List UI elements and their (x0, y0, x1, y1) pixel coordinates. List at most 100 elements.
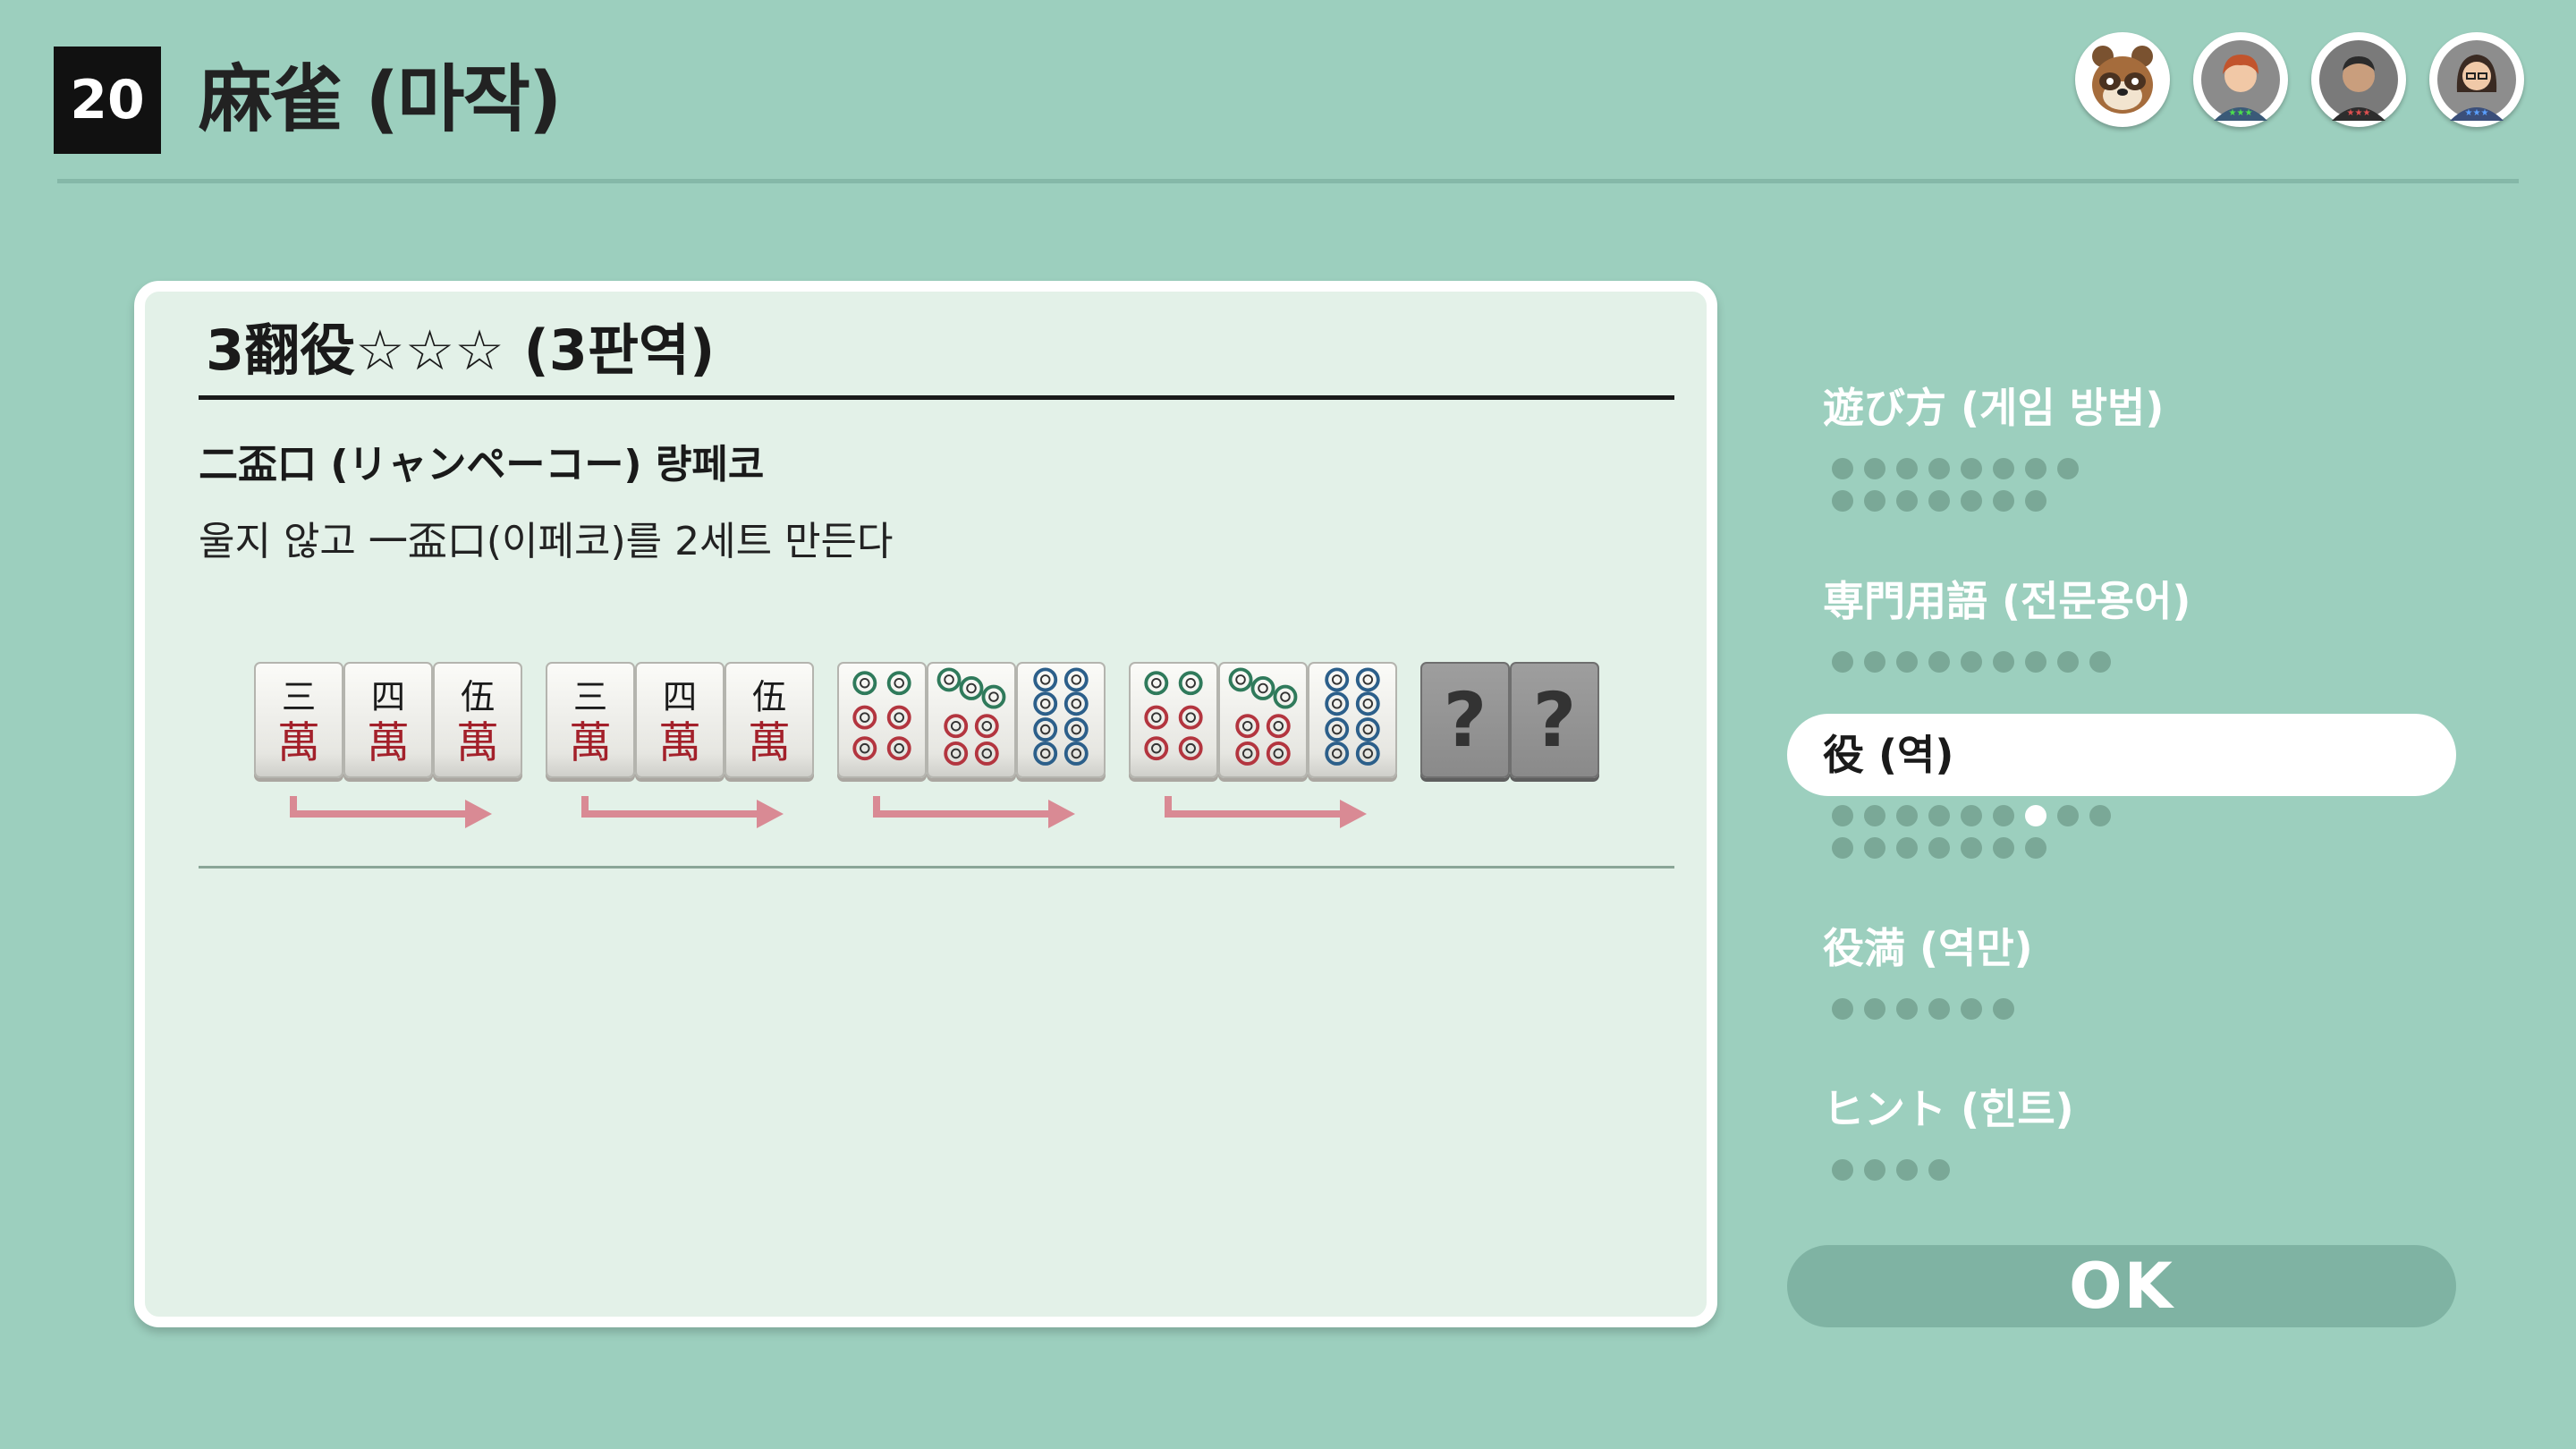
man-tile-5: 伍 萬 (433, 662, 522, 778)
menu-item[interactable]: 役 (역) (1787, 714, 2456, 796)
page-dot[interactable] (1961, 651, 1982, 673)
svg-text:伍: 伍 (752, 678, 786, 718)
page-dot[interactable] (1896, 490, 1918, 512)
page-dot[interactable] (1832, 458, 1853, 479)
menu-item[interactable]: 役満 (역만) (1787, 907, 2456, 989)
unknown-tile: ? (1420, 662, 1510, 778)
page-dot[interactable] (1928, 490, 1950, 512)
menu-item[interactable]: 専門用語 (전문용어) (1787, 560, 2456, 642)
svg-text:★★★: ★★★ (2465, 108, 2489, 118)
card-title: 3翻役☆☆☆ (3판역) (206, 318, 716, 383)
page-dot[interactable] (1896, 651, 1918, 673)
page-dot[interactable] (2025, 490, 2046, 512)
arrow-icon (1165, 796, 1367, 828)
player-avatars: ★★★ ★★★ ★★★ (2075, 32, 2524, 127)
page-dot[interactable] (1864, 998, 1885, 1020)
menu-item[interactable]: 遊び方 (게임 방법) (1787, 367, 2456, 449)
svg-text:萬: 萬 (367, 717, 410, 767)
page-dot[interactable] (1832, 651, 1853, 673)
page-dot[interactable] (1896, 1159, 1918, 1181)
man-tile-5: 伍 萬 (724, 662, 814, 778)
page-dot[interactable] (1896, 458, 1918, 479)
page-dot[interactable] (1896, 805, 1918, 826)
menu-item[interactable]: ヒント (힌트) (1787, 1068, 2456, 1150)
pin-tile-8 (1308, 662, 1397, 778)
man-tile-4: 四 萬 (635, 662, 724, 778)
page-dot[interactable] (1928, 651, 1950, 673)
page-dot[interactable] (1864, 805, 1885, 826)
page-dot[interactable] (1864, 651, 1885, 673)
page-dot[interactable] (1993, 837, 2014, 859)
svg-text:萬: 萬 (277, 717, 320, 767)
player-avatar-icon[interactable]: ★★★ (2193, 32, 2288, 127)
player-avatar-icon[interactable]: ★★★ (2311, 32, 2406, 127)
page-dot[interactable] (2089, 805, 2111, 826)
man-tile-3: 三 萬 (546, 662, 635, 778)
current-page-dot[interactable] (2025, 805, 2046, 826)
page-dot[interactable] (2025, 837, 2046, 859)
svg-text:三: 三 (573, 678, 607, 718)
ok-button[interactable]: OK (1787, 1245, 2456, 1327)
page-dot[interactable] (1961, 998, 1982, 1020)
title-divider (199, 395, 1674, 400)
page-dot[interactable] (2057, 805, 2079, 826)
game-number-badge: 20 (54, 47, 161, 154)
page-dot[interactable] (1928, 805, 1950, 826)
page-dot[interactable] (1864, 490, 1885, 512)
rule-card: 3翻役☆☆☆ (3판역) 二盃口 (リャンペーコー) 량페코 울지 않고 一盃口… (134, 281, 1717, 1327)
svg-text:萬: 萬 (456, 717, 499, 767)
page-dot[interactable] (2025, 458, 2046, 479)
page-indicator (1832, 458, 2079, 512)
page-dot[interactable] (1928, 837, 1950, 859)
arrow-icon (581, 796, 784, 828)
page-dot[interactable] (2057, 458, 2079, 479)
content-divider (199, 866, 1674, 869)
svg-text:萬: 萬 (748, 717, 791, 767)
page-dot[interactable] (1864, 1159, 1885, 1181)
page-dot[interactable] (1864, 837, 1885, 859)
svg-text:四: 四 (371, 678, 405, 718)
page-dot[interactable] (1928, 458, 1950, 479)
page-dot[interactable] (1832, 490, 1853, 512)
header-divider (57, 179, 2519, 183)
page-dot[interactable] (1993, 651, 2014, 673)
svg-text:萬: 萬 (658, 717, 701, 767)
page-indicator (1832, 805, 2111, 859)
page-dot[interactable] (1993, 458, 2014, 479)
page-dot[interactable] (1961, 458, 1982, 479)
page-dot[interactable] (1832, 837, 1853, 859)
arrow-icon (290, 796, 492, 828)
page-dot[interactable] (2089, 651, 2111, 673)
page-dot[interactable] (2025, 651, 2046, 673)
page-dot[interactable] (1896, 998, 1918, 1020)
page-dot[interactable] (1961, 837, 1982, 859)
page-dot[interactable] (1896, 837, 1918, 859)
svg-text:萬: 萬 (569, 717, 612, 767)
svg-text:★★★: ★★★ (2229, 108, 2253, 118)
page-dot[interactable] (1928, 1159, 1950, 1181)
page-indicator (1832, 1159, 1950, 1181)
unknown-tile: ? (1510, 662, 1599, 778)
raccoon-avatar-icon[interactable] (2075, 32, 2170, 127)
page-dot[interactable] (2057, 651, 2079, 673)
pin-tile-7 (1218, 662, 1308, 778)
page-dot[interactable] (1993, 998, 2014, 1020)
page-dot[interactable] (1961, 805, 1982, 826)
page-dot[interactable] (1993, 805, 2014, 826)
svg-text:四: 四 (663, 678, 697, 718)
page-dot[interactable] (1832, 805, 1853, 826)
pin-tile-6 (837, 662, 927, 778)
page-dot[interactable] (1832, 1159, 1853, 1181)
yaku-name: 二盃口 (リャンペーコー) 량페코 (199, 442, 765, 487)
page-dot[interactable] (1864, 458, 1885, 479)
game-title: 麻雀 (마작) (199, 57, 562, 142)
page-dot[interactable] (1993, 490, 2014, 512)
player-avatar-icon[interactable]: ★★★ (2429, 32, 2524, 127)
page-dot[interactable] (1961, 490, 1982, 512)
pin-tile-7 (927, 662, 1016, 778)
page-dot[interactable] (1832, 998, 1853, 1020)
svg-text:★★★: ★★★ (2347, 108, 2371, 118)
svg-text:伍: 伍 (461, 678, 495, 718)
example-hand: 三 萬 四 萬 伍 萬 三 萬 四 萬 伍 萬 ?? (254, 662, 1685, 832)
page-dot[interactable] (1928, 998, 1950, 1020)
